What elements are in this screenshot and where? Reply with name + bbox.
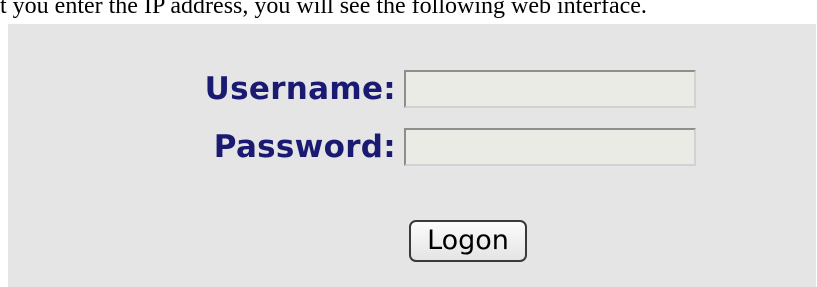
logon-button[interactable]: Logon	[409, 220, 527, 262]
username-row: Username:	[8, 70, 696, 108]
username-input[interactable]	[404, 70, 696, 108]
username-label: Username:	[204, 71, 396, 107]
document-intro-text: t you enter the IP address, you will see…	[0, 0, 647, 19]
password-row: Password:	[8, 128, 696, 166]
login-panel: Username: Password: Logon	[8, 24, 816, 287]
password-input[interactable]	[404, 128, 696, 166]
password-label: Password:	[213, 129, 396, 165]
